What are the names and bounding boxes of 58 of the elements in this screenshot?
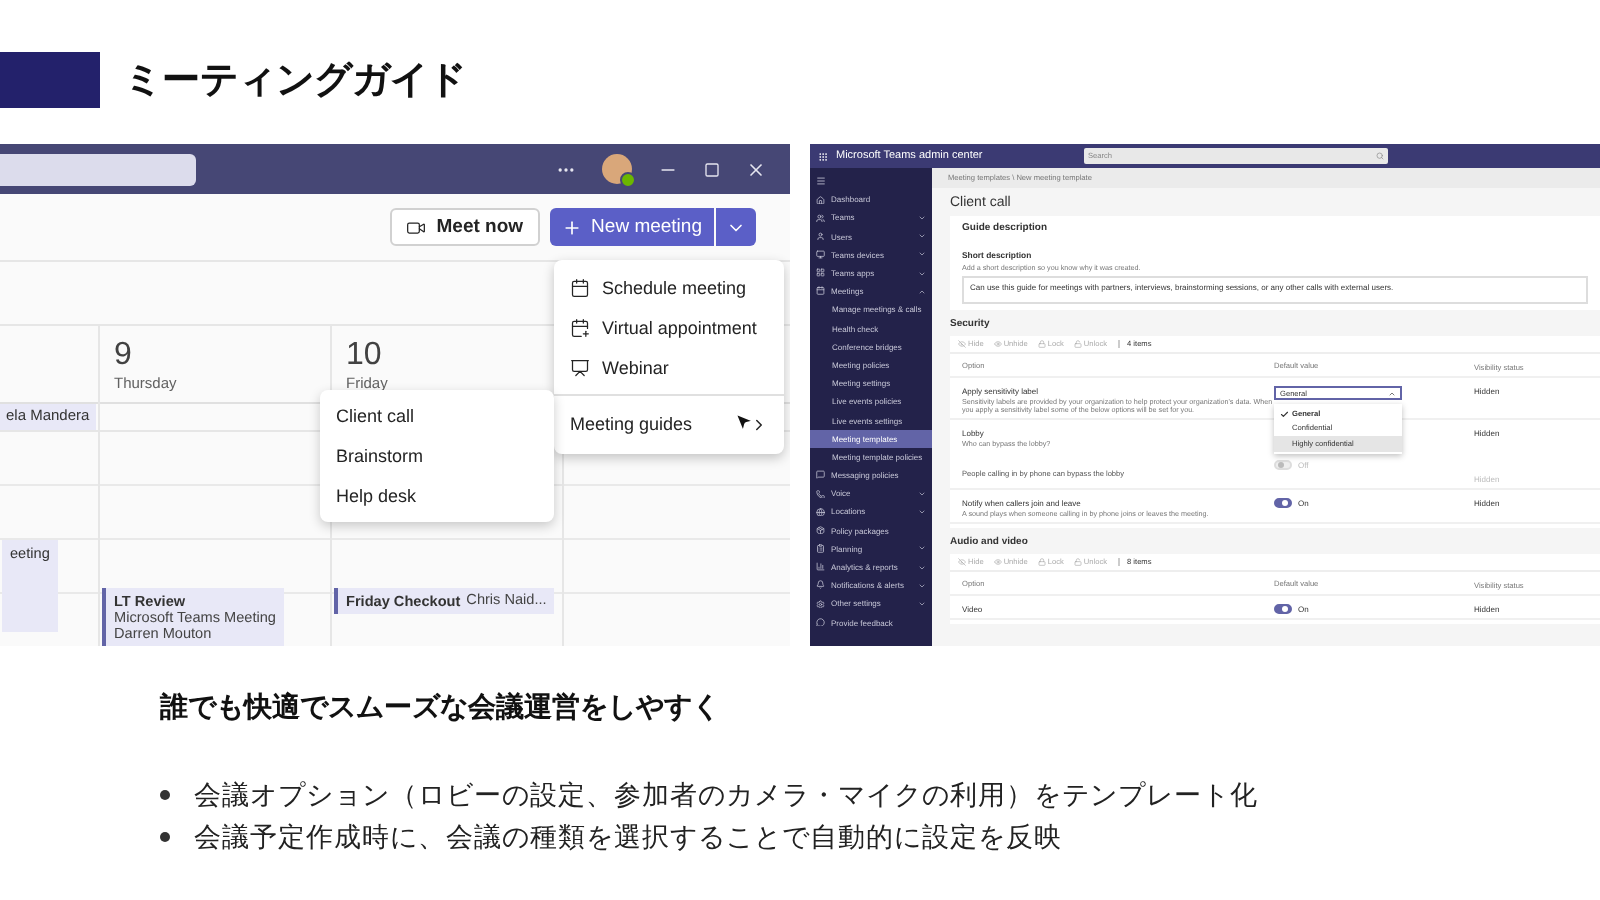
presentation-icon: [570, 358, 590, 378]
calendar-icon: [570, 278, 590, 298]
close-icon[interactable]: [746, 159, 766, 179]
search-field[interactable]: [0, 153, 196, 185]
speech-bubble-icon: [816, 617, 825, 627]
menu-item[interactable]: Client call: [320, 396, 554, 436]
bell-icon: [816, 580, 825, 590]
clipboard-icon: [816, 544, 825, 554]
menu-item[interactable]: Meeting guides: [554, 402, 784, 446]
bullet-text: 会議オプション（ロビーの設定、参加者のカメラ・マイクの利用）をテンプレート化: [194, 777, 1258, 813]
person-icon: [816, 231, 825, 241]
slide-title: ミーティングガイド: [124, 56, 466, 106]
home-icon: [816, 195, 825, 205]
meet-now-button[interactable]: Meet now: [390, 208, 540, 246]
mouse-pointer-icon: [732, 410, 756, 434]
settings-icon: [816, 599, 825, 609]
menu-item[interactable]: Webinar: [554, 348, 784, 388]
monitor-icon: [816, 250, 825, 260]
eye-icon: [993, 558, 1002, 566]
maximize-icon[interactable]: [704, 161, 720, 177]
check-icon: [1280, 409, 1289, 418]
title-bar-block: [0, 52, 100, 108]
search-icon: [1376, 152, 1384, 160]
phone-icon: [816, 489, 825, 499]
bullet-icon: [160, 790, 170, 800]
video-camera-icon: [406, 217, 427, 237]
menu-icon[interactable]: [816, 176, 826, 187]
people-icon: [816, 213, 825, 223]
unlock-icon: [1073, 340, 1082, 348]
plus-icon: [561, 217, 582, 237]
chevron-right-icon: [750, 415, 768, 433]
grid-icon: [816, 268, 825, 278]
subheading: 誰でも快適でスムーズな会議運営をしやすく: [160, 690, 722, 726]
day-number: 9: [114, 337, 134, 373]
new-meeting-button[interactable]: New meeting: [549, 208, 714, 246]
dropdown-button[interactable]: [716, 208, 756, 246]
menu-item[interactable]: Virtual appointment: [554, 308, 784, 348]
calendar-plus-icon: [570, 318, 590, 338]
eye-icon: [993, 340, 1002, 348]
presence-dot: [620, 172, 636, 188]
toggle-switch[interactable]: [1274, 604, 1292, 614]
package-icon: [816, 525, 825, 535]
menu-item[interactable]: Schedule meeting: [554, 268, 784, 308]
globe-icon: [816, 507, 825, 517]
lock-icon: [1037, 340, 1046, 348]
eye-off-icon: [958, 340, 966, 348]
bar-chart-icon: [816, 562, 825, 572]
eye-off-icon: [958, 558, 966, 566]
chat-icon: [816, 470, 825, 480]
day-number: 10: [346, 337, 384, 373]
menu-item[interactable]: Brainstorm: [320, 436, 554, 476]
bullet-text: 会議予定作成時に、会議の種類を選択することで自動的に設定を反映: [194, 819, 1062, 855]
menu-item[interactable]: Help desk: [320, 476, 554, 516]
lock-icon: [1037, 558, 1046, 566]
calendar-icon: [816, 286, 825, 296]
bullet-icon: [160, 832, 170, 842]
toggle-switch[interactable]: [1274, 498, 1292, 508]
unlock-icon: [1073, 558, 1082, 566]
